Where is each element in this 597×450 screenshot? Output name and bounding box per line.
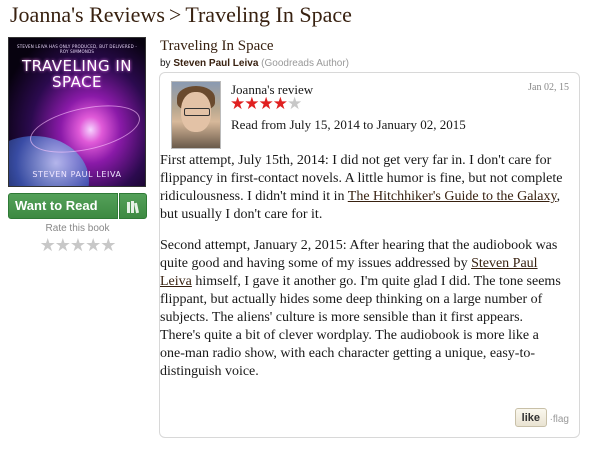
review-rating-stars: ★★★★★ <box>230 94 302 113</box>
review-paragraph-1: First attempt, July 15th, 2014: I did no… <box>160 152 565 224</box>
breadcrumb-separator: > <box>168 2 182 27</box>
review-paragraph-2: Second attempt, January 2, 2015: After h… <box>160 237 565 381</box>
flag-link[interactable]: flag <box>553 414 569 425</box>
author-link[interactable]: Steven Paul Leiva <box>173 58 258 69</box>
goodreads-author-tag: (Goodreads Author) <box>261 58 349 69</box>
review-date: Jan 02, 15 <box>528 82 569 93</box>
by-prefix: by <box>160 58 171 69</box>
breadcrumb: Joanna's Reviews > Traveling In Space <box>10 2 352 28</box>
shelf-dropdown-button[interactable] <box>119 193 147 219</box>
want-to-read-button[interactable]: Want to Read <box>8 193 118 219</box>
rate-stars-widget[interactable]: ★★★★★ <box>8 235 147 255</box>
read-dates: Read from July 15, 2014 to January 02, 2… <box>231 117 466 132</box>
book-cover-image[interactable]: STEVEN LEIVA HAS ONLY PRODUCED, BUT DELI… <box>8 37 146 187</box>
breadcrumb-reviews-link[interactable]: Joanna's Reviews <box>10 2 165 27</box>
review-body: First attempt, July 15th, 2014: I did no… <box>160 152 579 394</box>
bookshelf-icon <box>127 200 140 213</box>
book-byline: by Steven Paul Leiva (Goodreads Author) <box>160 58 349 69</box>
review-text: himself, I gave it another go. I'm quite… <box>160 274 561 379</box>
rating-stars-filled: ★★★★ <box>230 94 288 113</box>
breadcrumb-current: Traveling In Space <box>185 2 352 27</box>
cover-blurb: STEVEN LEIVA HAS ONLY PRODUCED, BUT DELI… <box>16 44 138 54</box>
reviewer-avatar[interactable] <box>171 81 221 149</box>
cover-title: TRAVELING IN SPACE <box>21 57 133 91</box>
book-title-link[interactable]: Traveling In Space <box>160 38 274 55</box>
like-button[interactable]: like <box>514 408 547 427</box>
hitchhikers-guide-link[interactable]: The Hitchhiker's Guide to the Galaxy <box>348 189 557 204</box>
avatar-glasses <box>184 108 210 116</box>
cover-author: STEVEN PAUL LEIVA <box>32 170 122 179</box>
rating-stars-empty: ★ <box>286 94 302 113</box>
rate-this-book-label: Rate this book <box>45 223 110 234</box>
review-card: Joanna's review Jan 02, 15 ★★★★★ Read fr… <box>159 72 580 438</box>
